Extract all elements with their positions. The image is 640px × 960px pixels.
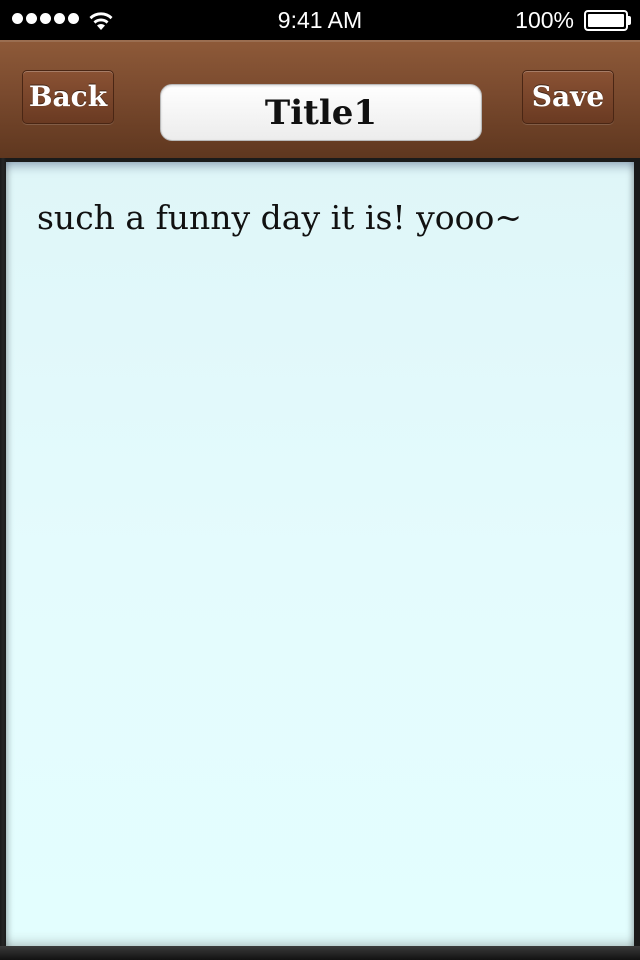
- note-body-text[interactable]: such a funny day it is! yooo~: [37, 190, 607, 246]
- battery-percent: 100%: [515, 7, 574, 33]
- navigation-bar: Back Title1 Save: [0, 40, 640, 158]
- title-input[interactable]: Title1: [160, 84, 482, 141]
- note-paper[interactable]: [6, 162, 634, 952]
- save-button[interactable]: Save: [522, 70, 614, 124]
- battery-icon: [584, 10, 631, 31]
- bottom-edge: [0, 946, 640, 960]
- status-bar: 9:41 AM 100%: [0, 0, 640, 40]
- back-button[interactable]: Back: [22, 70, 114, 124]
